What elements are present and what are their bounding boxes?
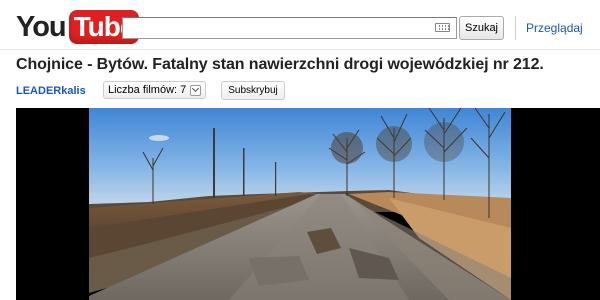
keyboard-icon[interactable]: [435, 23, 450, 32]
header-divider: [515, 16, 516, 40]
video-frame-image: [89, 108, 511, 300]
subscribe-button[interactable]: Subskrybuj: [221, 81, 285, 100]
header-separator: [0, 49, 600, 50]
search-box: [122, 17, 457, 39]
search-input[interactable]: [123, 18, 431, 38]
browse-link[interactable]: Przeglądaj: [526, 21, 583, 35]
logo-you-text: You: [16, 11, 67, 43]
video-count-label: Liczba filmów:: [108, 84, 178, 96]
youtube-logo[interactable]: You Tube: [16, 10, 140, 44]
video-frame[interactable]: [89, 108, 511, 300]
video-count-dropdown[interactable]: Liczba filmów: 7: [103, 81, 207, 99]
chevron-down-icon[interactable]: [190, 84, 202, 96]
video-player[interactable]: [16, 108, 600, 300]
video-title: Chojnice - Bytów. Fatalny stan nawierzch…: [16, 56, 544, 73]
search-button[interactable]: Szukaj: [459, 16, 504, 40]
channel-link[interactable]: LEADERkalis: [16, 85, 86, 97]
video-count-value: 7: [180, 84, 187, 96]
